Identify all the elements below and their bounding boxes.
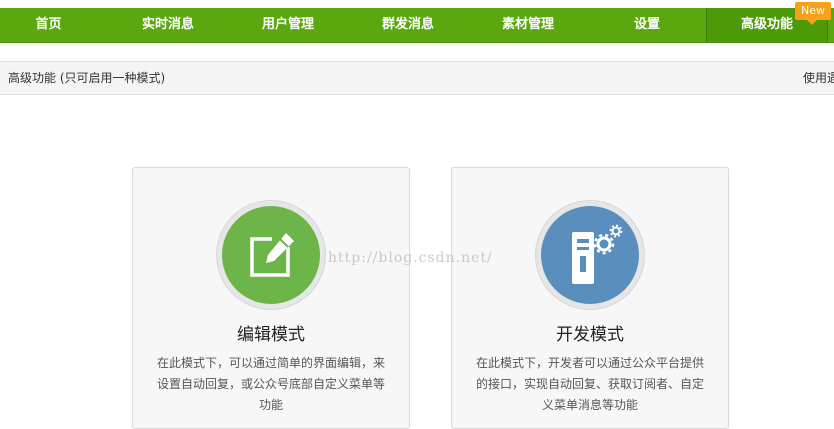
page-title: 高级功能 (只可启用一种模式) — [8, 71, 166, 85]
sub-header: 高级功能 (只可启用一种模式) 使用遇 — [0, 61, 834, 95]
nav-item-user-management[interactable]: 用户管理 — [228, 8, 348, 42]
edit-mode-description: 在此模式下，可以通过简单的界面编辑，来设置自动回复，或公众号底部自定义菜单等功能 — [156, 356, 385, 412]
server-gear-icon — [541, 206, 639, 304]
watermark: http://blog.csdn.net/ — [328, 250, 493, 266]
new-badge: New — [795, 2, 831, 25]
top-strip — [0, 0, 834, 8]
main-nav: 首页 实时消息 用户管理 群发消息 素材管理 设置 高级功能 — [0, 8, 834, 43]
nav-item-realtime-messages[interactable]: 实时消息 — [108, 8, 228, 42]
dev-mode-card[interactable]: 开发模式 在此模式下，开发者可以通过公众平台提供的接口，实现自动回复、获取订阅者… — [451, 167, 729, 429]
nav-item-materials[interactable]: 素材管理 — [468, 8, 588, 42]
usage-link[interactable]: 使用遇 — [803, 62, 834, 94]
edit-icon — [222, 206, 320, 304]
edit-icon-ring — [216, 200, 326, 310]
edit-mode-title: 编辑模式 — [237, 325, 305, 345]
edit-mode-card[interactable]: 编辑模式 在此模式下，可以通过简单的界面编辑，来设置自动回复，或公众号底部自定义… — [132, 167, 410, 429]
dev-mode-title: 开发模式 — [556, 325, 624, 345]
dev-icon-ring — [535, 200, 645, 310]
nav-item-home[interactable]: 首页 — [0, 8, 97, 42]
nav-item-broadcast[interactable]: 群发消息 — [348, 8, 468, 42]
dev-mode-description: 在此模式下，开发者可以通过公众平台提供的接口，实现自动回复、获取订阅者、自定义菜… — [475, 356, 704, 412]
nav-item-settings[interactable]: 设置 — [588, 8, 706, 42]
